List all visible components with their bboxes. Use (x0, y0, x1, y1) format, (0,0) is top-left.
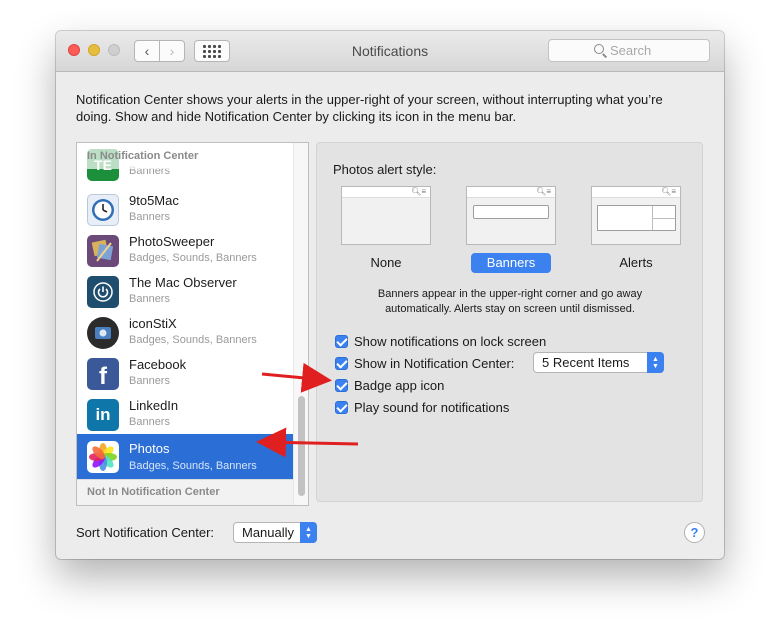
annotation-arrows (256, 362, 359, 458)
arrow-to-photos-item (256, 427, 359, 458)
arrow-to-badge-option (261, 362, 332, 393)
